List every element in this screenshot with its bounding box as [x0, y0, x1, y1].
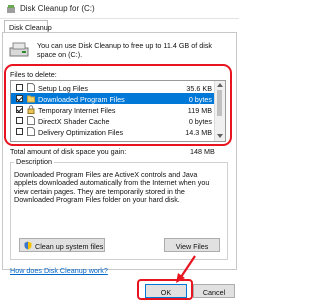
files-highlight-annotation: [4, 64, 232, 146]
cancel-button[interactable]: Cancel: [193, 284, 235, 298]
title-bar: Disk Cleanup for (C:): [0, 0, 239, 19]
description-label: Description: [14, 157, 54, 166]
total-gain-value: 148 MB: [190, 147, 215, 156]
cancel-label: Cancel: [202, 287, 226, 297]
tab-label: Disk Cleanup: [9, 23, 52, 32]
description-text: Downloaded Program Files are ActiveX con…: [14, 170, 210, 205]
clean-up-system-files-label: Clean up system files: [35, 241, 104, 251]
how-disk-cleanup-works-link[interactable]: How does Disk Cleanup work?: [10, 266, 108, 275]
view-files-label: View Files: [175, 241, 209, 251]
drive-icon: [9, 42, 29, 57]
ok-highlight-annotation: [137, 279, 193, 300]
intro-text: You can use Disk Cleanup to free up to 1…: [37, 41, 213, 59]
disk-cleanup-icon: [7, 5, 15, 13]
shield-icon: [24, 241, 32, 250]
clean-up-system-files-button[interactable]: Clean up system files: [19, 238, 105, 252]
total-gain-label: Total amount of disk space you gain:: [10, 147, 127, 156]
window-title: Disk Cleanup for (C:): [20, 4, 95, 13]
view-files-button[interactable]: View Files: [164, 238, 220, 252]
